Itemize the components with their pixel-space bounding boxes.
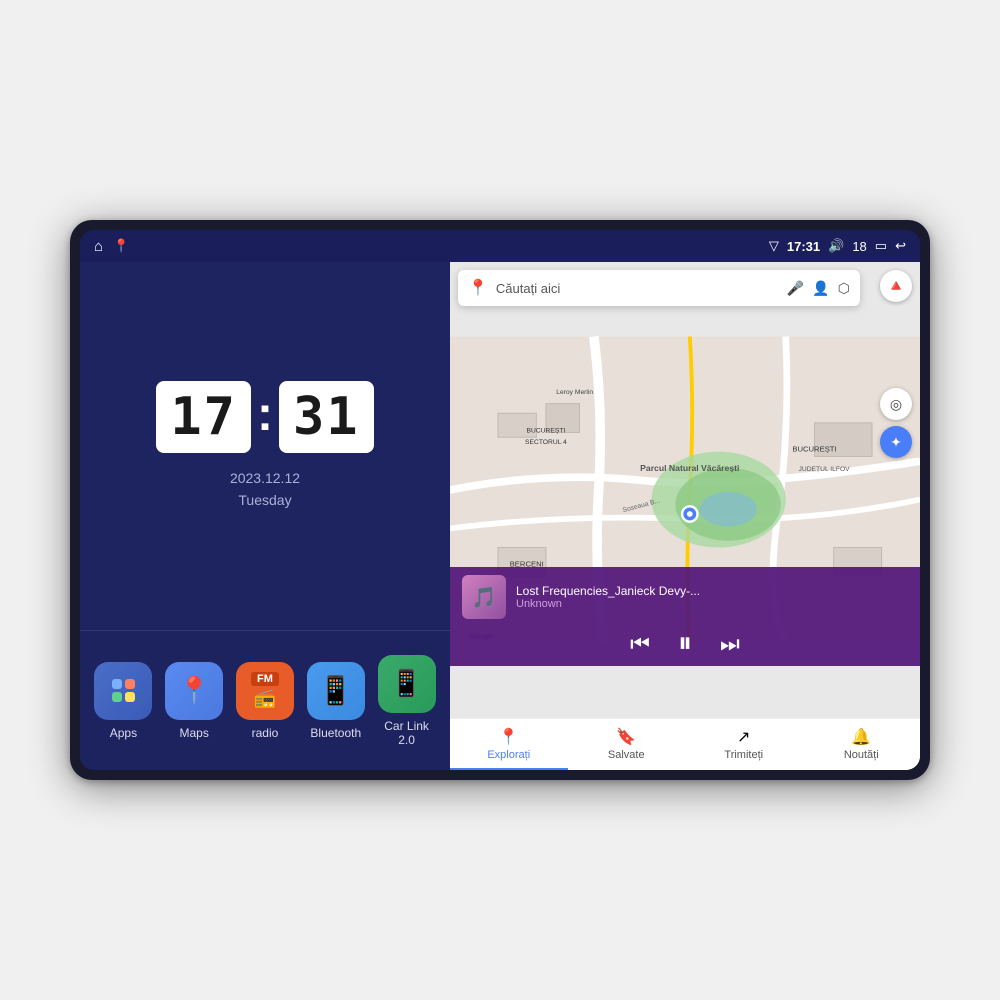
apps-label: Apps [110,726,137,740]
radio-icon: FM 📻 [236,662,294,720]
volume-level: 18 [852,239,866,254]
prev-button[interactable]: ⏮ [630,631,650,657]
svg-text:JUDEȚUL ILFOV: JUDEȚUL ILFOV [799,466,851,473]
app-dock: Apps 📍 Maps FM 📻 radio [80,630,450,770]
clock-day-value: Tuesday [230,489,300,511]
status-left: ⌂ 📍 [94,238,129,255]
apps-icon [94,662,152,720]
maps-icon: 📍 [165,662,223,720]
back-icon[interactable]: ↩ [895,238,906,254]
clock-hours: 17 [156,381,251,453]
music-artist: Unknown [516,598,908,610]
svg-text:Leroy Merlin: Leroy Merlin [556,389,593,396]
map-north-btn[interactable]: 🔺 [880,270,912,302]
voice-search-icon[interactable]: 🎤 [787,280,804,297]
bluetooth-label: Bluetooth [310,726,361,740]
share-label: Trimiteți [724,749,763,761]
map-search-bar[interactable]: 📍 Căutați aici 🎤 👤 ⬡ [458,270,860,306]
news-label: Noutăți [844,749,879,761]
carlink-label: Car Link 2.0 [375,719,438,747]
maps-status-icon[interactable]: 📍 [113,238,129,254]
status-bar: ⌂ 📍 ▽ 17:31 🔊 18 ▭ ↩ [80,230,920,262]
main-area: 17 : 31 2023.12.12 Tuesday [80,262,920,770]
play-pause-button[interactable]: ⏸ [678,627,692,660]
music-title: Lost Frequencies_Janieck Devy-... [516,584,908,598]
map-nav-explore[interactable]: 📍 Explorați [450,719,568,770]
signal-icon: ▽ [769,238,779,254]
device: ⌂ 📍 ▽ 17:31 🔊 18 ▭ ↩ 17 : [70,220,930,780]
music-top: 🎵 Lost Frequencies_Janieck Devy-... Unkn… [462,575,908,619]
clock-display: 17 : 31 [156,381,373,453]
music-thumbnail: 🎵 [462,575,506,619]
app-item-apps[interactable]: Apps [92,662,155,740]
map-search-actions: 🎤 👤 ⬡ [787,280,850,297]
music-controls: ⏮ ⏸ ⏭ [462,627,908,660]
map-pin-icon: 📍 [468,278,488,298]
music-info: Lost Frequencies_Janieck Devy-... Unknow… [516,584,908,610]
clock-widget: 17 : 31 2023.12.12 Tuesday [80,262,450,630]
account-icon[interactable]: 👤 [812,280,829,297]
app-item-radio[interactable]: FM 📻 radio [234,662,297,740]
explore-label: Explorați [487,749,530,761]
app-item-maps[interactable]: 📍 Maps [163,662,226,740]
home-icon[interactable]: ⌂ [94,238,103,255]
carlink-icon: 📱 [378,655,436,713]
map-area[interactable]: Parcul Natural Văcărești BUCUREȘTI JUDEȚ… [450,262,920,718]
share-icon: ↗ [737,727,750,747]
svg-text:Parcul Natural Văcărești: Parcul Natural Văcărești [640,463,739,473]
status-time: 17:31 [787,239,820,254]
map-navigate-btn[interactable]: ✦ [880,426,912,458]
music-player: 🎵 Lost Frequencies_Janieck Devy-... Unkn… [450,567,920,666]
svg-text:BUCUREȘTI: BUCUREȘTI [527,427,566,434]
next-button[interactable]: ⏭ [720,631,740,657]
map-search-text[interactable]: Căutați aici [496,281,779,296]
clock-date: 2023.12.12 Tuesday [230,467,300,512]
map-controls: 🔺 ◎ ✦ [880,270,912,458]
radio-label: radio [252,726,279,740]
map-bottom-nav: 📍 Explorați 🔖 Salvate ↗ Trimiteți 🔔 Nout… [450,718,920,770]
svg-text:SECTORUL 4: SECTORUL 4 [525,439,567,446]
bluetooth-icon: 📱 [307,662,365,720]
app-item-bluetooth[interactable]: 📱 Bluetooth [304,662,367,740]
volume-icon: 🔊 [828,238,844,254]
news-icon: 🔔 [851,727,871,747]
maps-label: Maps [180,726,209,740]
map-nav-share[interactable]: ↗ Trimiteți [685,719,803,770]
saved-label: Salvate [608,749,645,761]
explore-icon: 📍 [499,727,519,747]
right-panel: Parcul Natural Văcărești BUCUREȘTI JUDEȚ… [450,262,920,770]
map-location-btn[interactable]: ◎ [880,388,912,420]
clock-date-value: 2023.12.12 [230,467,300,489]
screen: ⌂ 📍 ▽ 17:31 🔊 18 ▭ ↩ 17 : [80,230,920,770]
svg-text:BUCUREȘTI: BUCUREȘTI [792,445,836,454]
status-right: ▽ 17:31 🔊 18 ▭ ↩ [769,238,906,254]
clock-minutes: 31 [279,381,374,453]
layers-icon[interactable]: ⬡ [838,280,850,297]
app-item-carlink[interactable]: 📱 Car Link 2.0 [375,655,438,747]
clock-colon: : [257,387,273,442]
left-panel: 17 : 31 2023.12.12 Tuesday [80,262,450,770]
map-nav-saved[interactable]: 🔖 Salvate [568,719,686,770]
map-nav-news[interactable]: 🔔 Noutăți [803,719,921,770]
saved-icon: 🔖 [616,727,636,747]
battery-icon: ▭ [875,238,887,254]
